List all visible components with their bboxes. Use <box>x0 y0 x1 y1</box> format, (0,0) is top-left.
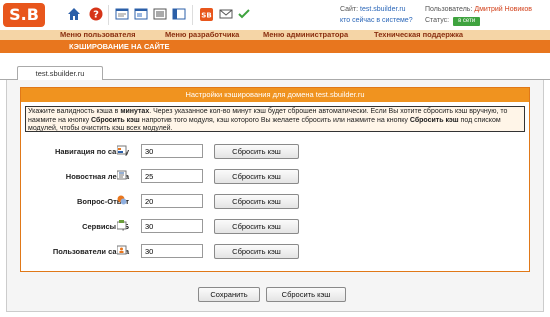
cache-row-site-users: Пользователи сайта Сбросить кэш <box>21 243 529 261</box>
news-icon <box>116 170 128 181</box>
card-header: Настройки кэширования для домена test.sb… <box>21 88 529 102</box>
cache-minutes-input[interactable] <box>141 219 203 233</box>
cache-minutes-input[interactable] <box>141 169 203 183</box>
svg-text:SB: SB <box>201 11 211 19</box>
status-label: Статус: <box>425 17 450 24</box>
navigation-icon <box>116 145 128 156</box>
status-badge: в сети <box>453 17 481 26</box>
cache-row-navigation: Навигация по сайту Сбросить кэш <box>21 143 529 161</box>
reset-cache-button[interactable]: Сбросить кэш <box>214 244 299 259</box>
cache-row-news: Новостная лента Сбросить кэш <box>21 168 529 186</box>
menu-item-developer[interactable]: Меню разработчика <box>165 30 239 40</box>
site-users-icon <box>116 245 128 256</box>
list-icon[interactable] <box>152 6 168 22</box>
page-title: КЭШИРОВАНИЕ НА САЙТЕ <box>69 42 170 51</box>
main-menu: Меню пользователя Меню разработчика Меню… <box>0 30 550 40</box>
cb-services-icon <box>116 220 128 231</box>
reset-cache-button[interactable]: Сбросить кэш <box>214 219 299 234</box>
menu-item-admin[interactable]: Меню администратора <box>263 30 348 40</box>
home-icon[interactable] <box>66 6 82 22</box>
faq-icon <box>117 195 128 206</box>
site-info: Сайт: test.sbuilder.ru кто сейчас в сист… <box>340 4 413 26</box>
cache-minutes-input[interactable] <box>141 194 203 208</box>
menu-item-user[interactable]: Меню пользователя <box>60 30 136 40</box>
cache-row-faq: Вопрос-Ответ Сбросить кэш <box>21 193 529 211</box>
svg-text:?: ? <box>93 10 99 21</box>
reset-cache-button[interactable]: Сбросить кэш <box>214 144 299 159</box>
check-icon[interactable] <box>236 6 252 22</box>
cache-minutes-input[interactable] <box>141 144 203 158</box>
reset-cache-button[interactable]: Сбросить кэш <box>214 169 299 184</box>
user-label: Пользователь: <box>425 6 473 13</box>
user-info: Пользователь: Дмитрий Новиков Статус: в с… <box>425 4 532 26</box>
cache-settings-card: Настройки кэширования для домена test.sb… <box>20 87 530 272</box>
who-online-link[interactable]: кто сейчас в системе? <box>340 17 413 24</box>
mail-icon[interactable] <box>218 6 234 22</box>
menu-item-support[interactable]: Техническая поддержка <box>374 30 463 40</box>
edit-icon[interactable] <box>114 6 130 22</box>
page-title-bar: КЭШИРОВАНИЕ НА САЙТЕ <box>0 40 550 53</box>
reset-all-cache-button[interactable]: Сбросить кэш <box>266 287 346 302</box>
cache-minutes-input[interactable] <box>141 244 203 258</box>
top-bar: S.B ? SB Сайт: test.sbuilder.ru кто сейч… <box>0 0 550 30</box>
reset-cache-button[interactable]: Сбросить кэш <box>214 194 299 209</box>
app-logo[interactable]: S.B <box>3 3 45 27</box>
tab-domain[interactable]: test.sbuilder.ru <box>17 66 103 80</box>
save-button[interactable]: Сохранить <box>198 287 260 302</box>
site-url-link[interactable]: test.sbuilder.ru <box>360 6 406 13</box>
window-icon[interactable] <box>133 6 149 22</box>
sb-tools-icon[interactable]: SB <box>198 6 214 22</box>
user-name[interactable]: Дмитрий Новиков <box>474 6 532 13</box>
cache-notice: Укажите валидность кэша в минутах. Через… <box>25 106 525 132</box>
site-label: Сайт: <box>340 6 359 13</box>
panel-icon[interactable] <box>171 6 187 22</box>
cache-row-cb-services: Сервисы ЦБ Сбросить кэш <box>21 218 529 236</box>
help-icon[interactable]: ? <box>88 6 104 22</box>
